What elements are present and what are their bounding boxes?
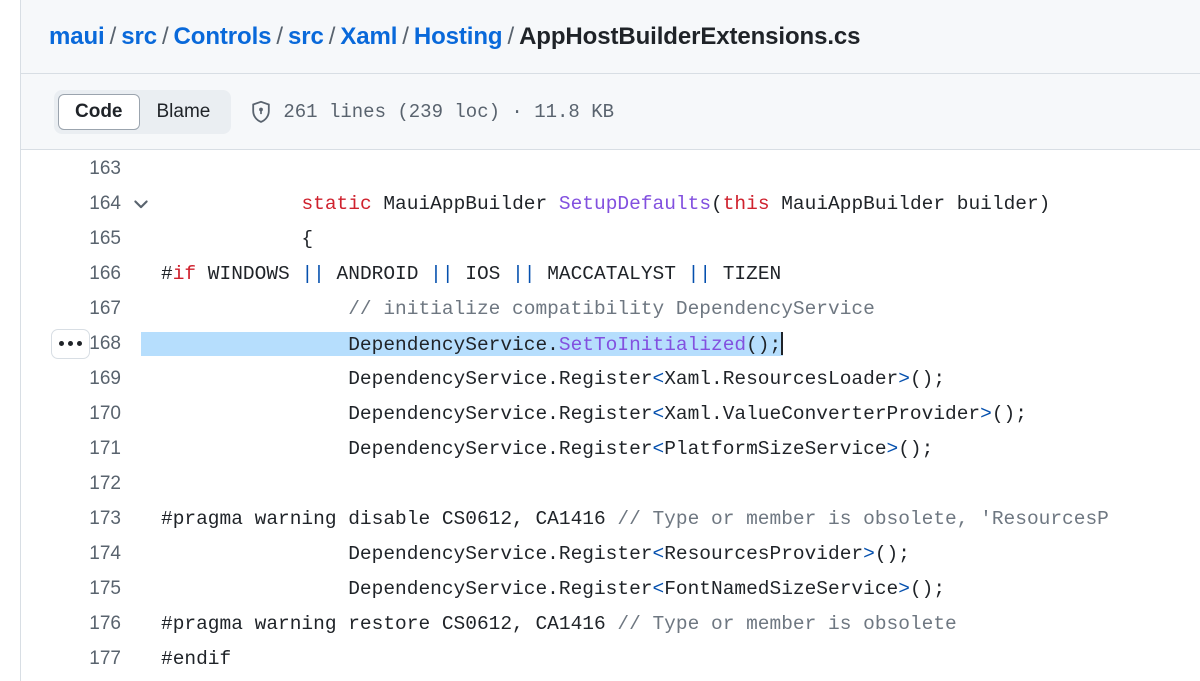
- line-number[interactable]: 169: [21, 368, 121, 390]
- breadcrumb-current-file: AppHostBuilderExtensions.cs: [519, 22, 861, 50]
- code-line-text[interactable]: DependencyService.Register<FontNamedSize…: [161, 578, 945, 600]
- breadcrumb-separator: /: [507, 22, 515, 50]
- code-line: 174 DependencyService.Register<Resources…: [21, 536, 1200, 571]
- code-line-text[interactable]: DependencyService.SetToInitialized();: [161, 331, 784, 356]
- line-number[interactable]: 174: [21, 543, 121, 565]
- line-number[interactable]: 171: [21, 438, 121, 460]
- code-line: 164 static MauiAppBuilder SetupDefaults(…: [21, 186, 1200, 221]
- code-line: 163: [21, 151, 1200, 186]
- file-panel: maui / src / Controls / src / Xaml / Hosting / AppHo…: [20, 0, 1200, 681]
- code-line: 170 DependencyService.Register<Xaml.Valu…: [21, 396, 1200, 431]
- code-line: 173 #pragma warning disable CS0612, CA141…: [21, 501, 1200, 536]
- line-number[interactable]: 172: [21, 473, 121, 495]
- breadcrumb-separator: /: [161, 22, 169, 50]
- line-number[interactable]: 175: [21, 578, 121, 600]
- code-line-text[interactable]: #endif: [161, 648, 231, 670]
- code-line: 167 // initialize compatibility Dependen…: [21, 291, 1200, 326]
- file-toolbar: Code Blame 261 lines (239 loc) · 11.8 KB: [21, 74, 1200, 150]
- line-number[interactable]: 164: [21, 193, 121, 215]
- line-number[interactable]: 177: [21, 648, 121, 670]
- breadcrumb-link-src[interactable]: src: [288, 23, 324, 50]
- code-line-text[interactable]: #pragma warning disable CS0612, CA1416 /…: [161, 508, 1109, 530]
- breadcrumb-separator: /: [402, 22, 409, 50]
- breadcrumb-separator: /: [109, 22, 117, 50]
- shield-lock-icon[interactable]: [249, 100, 273, 124]
- breadcrumb-link-controls[interactable]: Controls: [174, 23, 272, 50]
- code-blame-tabs: Code Blame: [54, 89, 232, 134]
- code-line-text[interactable]: DependencyService.Register<Xaml.Resource…: [161, 368, 945, 390]
- code-line: 165 {: [21, 221, 1200, 256]
- breadcrumb-link-maui[interactable]: maui: [49, 23, 105, 50]
- chevron-down-icon[interactable]: [131, 194, 151, 214]
- line-number[interactable]: 170: [21, 403, 121, 425]
- tab-code[interactable]: Code: [58, 93, 140, 130]
- line-number[interactable]: 176: [21, 613, 121, 635]
- breadcrumb-link-xaml[interactable]: Xaml: [340, 23, 397, 50]
- code-line-text[interactable]: DependencyService.Register<ResourcesProv…: [161, 543, 910, 565]
- file-stats-text: 261 lines (239 loc) · 11.8 KB: [283, 100, 615, 123]
- line-number[interactable]: 167: [21, 298, 121, 320]
- code-line-text[interactable]: {: [161, 228, 313, 250]
- code-line: 177 #endif: [21, 641, 1200, 676]
- breadcrumb-bar: maui / src / Controls / src / Xaml / Hosting / AppHo…: [21, 0, 1200, 74]
- code-line: 168 DependencyService.SetToInitialized()…: [21, 326, 1200, 361]
- breadcrumb: maui / src / Controls / src / Xaml / Hosting / AppHo…: [49, 22, 861, 51]
- code-line-text[interactable]: // initialize compatibility DependencySe…: [161, 298, 875, 320]
- code-line: 172: [21, 466, 1200, 501]
- line-number[interactable]: 165: [21, 228, 121, 250]
- code-line-text[interactable]: DependencyService.Register<Xaml.ValueCon…: [161, 403, 1027, 425]
- code-line-text[interactable]: static MauiAppBuilder SetupDefaults(this…: [161, 193, 1050, 215]
- line-number[interactable]: 166: [21, 263, 121, 285]
- code-line: 171 DependencyService.Register<PlatformS…: [21, 431, 1200, 466]
- code-content: 163 164 static MauiAppBuilder SetupDefaul…: [21, 151, 1200, 681]
- gutter-control[interactable]: [121, 194, 161, 214]
- line-number[interactable]: 173: [21, 508, 121, 530]
- breadcrumb-separator: /: [328, 22, 336, 50]
- breadcrumb-link-hosting[interactable]: Hosting: [414, 23, 503, 50]
- breadcrumb-separator: /: [276, 22, 283, 50]
- code-viewer-page: maui / src / Controls / src / Xaml / Hosting / AppHo…: [0, 0, 1200, 681]
- code-line: 166 #if WINDOWS || ANDROID || IOS || MACC…: [21, 256, 1200, 291]
- file-meta: 261 lines (239 loc) · 11.8 KB: [249, 100, 614, 124]
- code-line: 169 DependencyService.Register<Xaml.Reso…: [21, 361, 1200, 396]
- tab-blame[interactable]: Blame: [140, 94, 228, 130]
- text-cursor: [781, 331, 784, 355]
- breadcrumb-link-src[interactable]: src: [121, 23, 157, 50]
- line-menu-kebab-icon[interactable]: [51, 328, 90, 359]
- line-number[interactable]: 163: [21, 158, 121, 180]
- code-line: 176 #pragma warning restore CS0612, CA141…: [21, 606, 1200, 641]
- code-line-text[interactable]: #if WINDOWS || ANDROID || IOS || MACCATA…: [161, 263, 781, 285]
- code-line: 175 DependencyService.Register<FontNamed…: [21, 571, 1200, 606]
- code-line-text[interactable]: #pragma warning restore CS0612, CA1416 /…: [161, 613, 957, 635]
- code-line-text[interactable]: DependencyService.Register<PlatformSizeS…: [161, 438, 933, 460]
